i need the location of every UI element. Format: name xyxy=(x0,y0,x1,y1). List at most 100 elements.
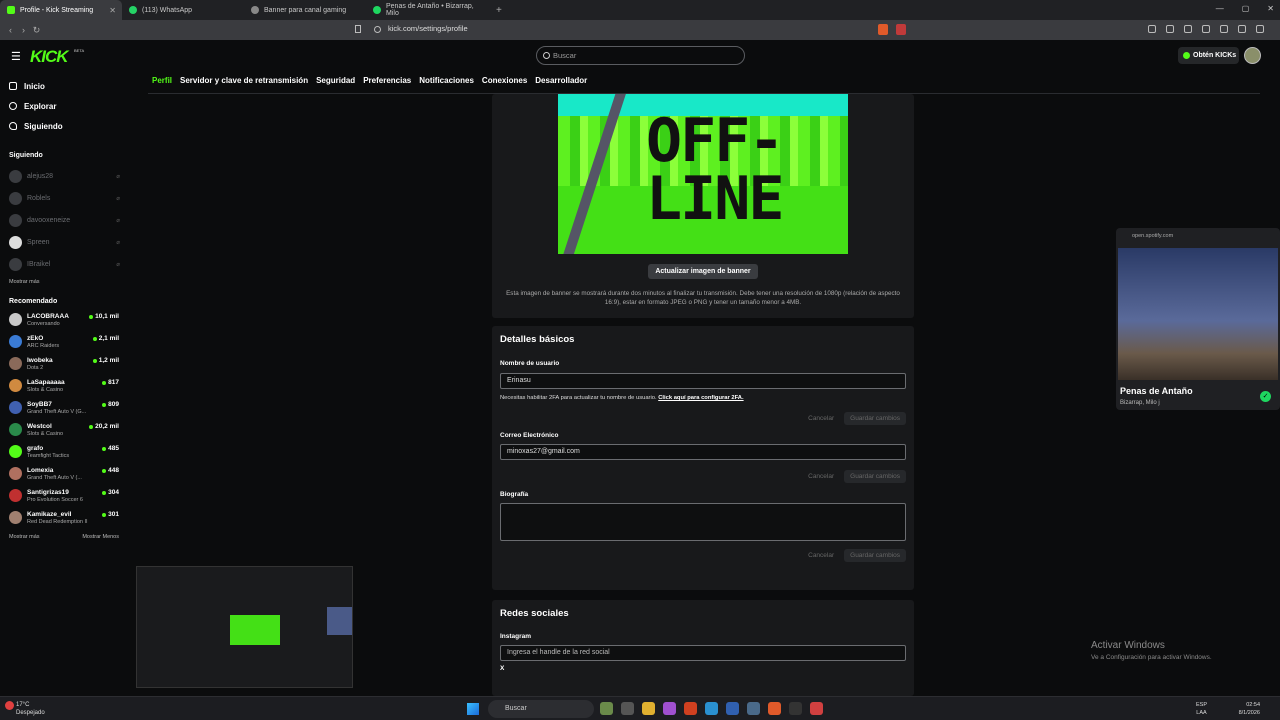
kick-logo[interactable]: KICK xyxy=(30,47,69,67)
file-explorer-icon[interactable] xyxy=(642,702,655,715)
following-channel[interactable]: Spreen ⌀ xyxy=(0,231,130,253)
weather-widget[interactable]: 17°C Despejado xyxy=(16,701,45,717)
show-less-recommended[interactable]: Mostrar Menos xyxy=(82,534,119,540)
following-channel[interactable]: alejus28 ⌀ xyxy=(0,165,130,187)
cancel-button[interactable]: Cancelar xyxy=(804,412,838,425)
username-field[interactable]: Erinasu xyxy=(500,373,906,389)
save-button[interactable]: Guardar cambios xyxy=(844,470,906,483)
vpn-icon[interactable] xyxy=(1238,25,1246,33)
user-avatar[interactable] xyxy=(1244,47,1261,64)
recommended-channel[interactable]: lwobeka Dota 2 1,2 mil xyxy=(0,354,130,376)
office-icon[interactable] xyxy=(684,702,697,715)
save-button[interactable]: Guardar cambios xyxy=(844,549,906,562)
tab-developer[interactable]: Desarrollador xyxy=(535,76,587,94)
recommended-channel[interactable]: SoyBB7 Grand Theft Auto V (G... 809 xyxy=(0,398,130,420)
search-input[interactable]: Buscar xyxy=(536,46,745,65)
viewer-count-value: 485 xyxy=(108,445,119,452)
following-channel[interactable]: Roblels ⌀ xyxy=(0,187,130,209)
url-field[interactable]: kick.com/settings/profile xyxy=(388,24,468,33)
brave-rewards-icon[interactable] xyxy=(896,24,906,35)
cancel-button[interactable]: Cancelar xyxy=(804,549,838,562)
clock-time: 02:54 xyxy=(1246,702,1260,708)
viewer-count: 10,1 mil xyxy=(89,313,119,320)
recommended-channel[interactable]: Kamikaze_evil Red Dead Redemption II 301 xyxy=(0,508,130,530)
sidebar-icon[interactable] xyxy=(1184,25,1192,33)
music-icon[interactable] xyxy=(1166,25,1174,33)
recommended-channel[interactable]: Santigrizas19 Pro Evolution Soccer 6 304 xyxy=(0,486,130,508)
bookmark-icon[interactable] xyxy=(355,25,361,33)
widgets-icon[interactable] xyxy=(600,702,613,715)
recommended-channel[interactable]: Westcol Slots & Casino 20,2 mil xyxy=(0,420,130,442)
cancel-button[interactable]: Cancelar xyxy=(804,470,838,483)
windows-start-icon[interactable] xyxy=(467,703,479,715)
sidebar-item-explorar[interactable]: Explorar xyxy=(0,96,130,116)
twofa-link[interactable]: Click aquí para configurar 2FA. xyxy=(658,395,743,401)
clock[interactable]: 02:54 8/1/2026 xyxy=(1239,701,1260,717)
get-kicks-button[interactable]: Obtén KICKs xyxy=(1178,47,1239,64)
store-icon[interactable] xyxy=(726,702,739,715)
recommended-channel[interactable]: Lomexia Grand Theft Auto V (... 448 xyxy=(0,464,130,486)
brave-icon[interactable] xyxy=(768,702,781,715)
download-icon[interactable] xyxy=(1148,25,1156,33)
forward-icon[interactable]: › xyxy=(17,25,30,35)
offline-icon: ⌀ xyxy=(116,195,120,202)
recommended-channel[interactable]: grafo Teamfight Tactics 485 xyxy=(0,442,130,464)
capture-icon[interactable] xyxy=(789,702,802,715)
show-more-recommended[interactable]: Mostrar más xyxy=(9,534,40,540)
save-button[interactable]: Guardar cambios xyxy=(844,412,906,425)
search-icon xyxy=(543,52,550,59)
hamburger-menu-icon[interactable]: ☰ xyxy=(11,50,21,63)
site-info-icon[interactable] xyxy=(374,26,381,33)
email-label: Correo Electrónico xyxy=(500,432,559,439)
recommended-channel[interactable]: zEkO ARC Raiders 2,1 mil xyxy=(0,332,130,354)
browser-tab-banner[interactable]: Banner para canal gaming xyxy=(244,0,366,20)
tab-notifications[interactable]: Notificaciones xyxy=(419,76,474,94)
viewer-count-value: 301 xyxy=(108,511,119,518)
tab-title: (113) WhatsApp xyxy=(142,6,193,14)
recommended-channel[interactable]: LaSapaaaaa Slots & Casino 817 xyxy=(0,376,130,398)
new-tab-icon[interactable]: + xyxy=(488,5,510,16)
browser-tab-kick[interactable]: Profile - Kick Streaming ✕ xyxy=(0,0,122,20)
email-field[interactable]: minoxas27@gmail.com xyxy=(500,444,906,460)
instagram-field[interactable]: Ingresa el handle de la red social xyxy=(500,645,906,661)
edge-icon[interactable] xyxy=(705,702,718,715)
language-indicator[interactable]: ESP LAA xyxy=(1196,701,1207,717)
brave-shield-icon[interactable] xyxy=(878,24,888,35)
tab-security[interactable]: Seguridad xyxy=(316,76,355,94)
channel-name: LaSapaaaaa xyxy=(27,379,65,386)
recommended-channel[interactable]: LACOBRAAA Conversando 10,1 mil xyxy=(0,310,130,332)
following-channel[interactable]: IBraikel ⌀ xyxy=(0,253,130,275)
back-icon[interactable]: ‹ xyxy=(4,25,17,35)
browser-tab-whatsapp[interactable]: (113) WhatsApp xyxy=(122,0,244,20)
tab-connections[interactable]: Conexiones xyxy=(482,76,527,94)
basic-details-section: Detalles básicos Nombre de usuario Erina… xyxy=(492,326,914,590)
sidebar-item-siguiendo[interactable]: Siguiendo xyxy=(0,116,130,136)
minimize-icon[interactable]: — xyxy=(1216,4,1224,13)
tab-preferences[interactable]: Preferencias xyxy=(363,76,411,94)
wallet-icon[interactable] xyxy=(1202,25,1210,33)
calendar-icon[interactable] xyxy=(747,702,760,715)
maximize-icon[interactable]: ▢ xyxy=(1242,4,1250,13)
extensions-icon[interactable] xyxy=(1220,25,1228,33)
menu-icon[interactable] xyxy=(1256,25,1264,33)
update-banner-button[interactable]: Actualizar imagen de banner xyxy=(648,264,758,279)
spotify-miniplayer[interactable]: open.spotify.com Penas de Antaño Bizarra… xyxy=(1116,228,1280,410)
track-title: Penas de Antaño xyxy=(1120,386,1193,396)
close-tab-icon[interactable]: ✕ xyxy=(109,6,116,15)
saved-check-icon[interactable]: ✓ xyxy=(1260,391,1271,402)
browser-tab-spotify[interactable]: Penas de Antaño • Bizarrap, Milo xyxy=(366,0,488,20)
search-placeholder: Buscar xyxy=(553,51,577,60)
copilot-icon[interactable] xyxy=(663,702,676,715)
recorder-icon[interactable] xyxy=(810,702,823,715)
tab-stream-key[interactable]: Servidor y clave de retransmisión xyxy=(180,76,308,94)
following-channel[interactable]: davooxeneize ⌀ xyxy=(0,209,130,231)
sidebar-item-inicio[interactable]: Inicio xyxy=(0,76,130,96)
bio-textarea[interactable] xyxy=(500,503,906,541)
weather-status: Despejado xyxy=(16,710,45,716)
close-window-icon[interactable]: ✕ xyxy=(1267,4,1274,13)
task-view-icon[interactable] xyxy=(621,702,634,715)
reload-icon[interactable]: ↻ xyxy=(30,25,43,36)
spotify-url: open.spotify.com xyxy=(1132,233,1174,239)
taskbar-search[interactable]: Buscar xyxy=(488,700,594,718)
tab-perfil[interactable]: Perfil xyxy=(152,76,173,94)
